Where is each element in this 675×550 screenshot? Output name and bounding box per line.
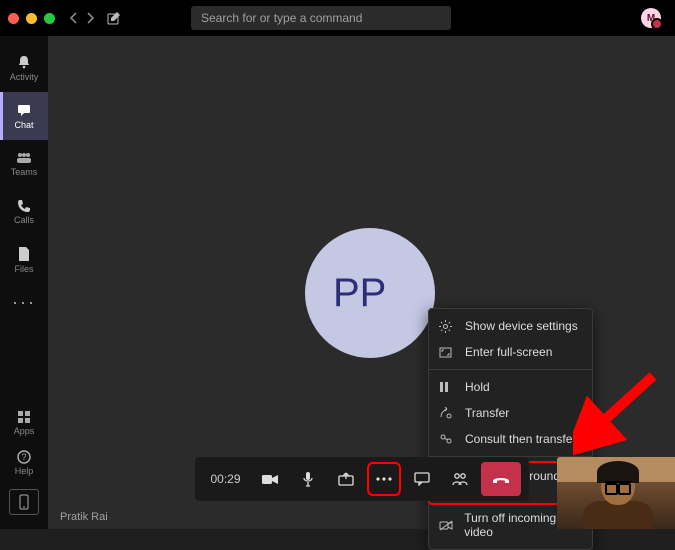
- search-input[interactable]: Search for or type a command: [191, 6, 451, 30]
- menu-label: Hold: [465, 380, 490, 394]
- menu-transfer[interactable]: Transfer: [429, 400, 592, 426]
- camera-icon: [261, 473, 279, 486]
- participants-button[interactable]: [443, 462, 477, 496]
- rail-teams[interactable]: Teams: [0, 140, 48, 188]
- rail-label: Activity: [10, 72, 39, 82]
- menu-enter-fullscreen[interactable]: Enter full-screen: [429, 339, 592, 365]
- mic-icon: [302, 471, 314, 487]
- rail-bottom: Apps ? Help: [0, 403, 48, 525]
- nav-back-icon[interactable]: [69, 12, 79, 24]
- rail-label: Teams: [11, 167, 38, 177]
- self-view-thumbnail[interactable]: [557, 457, 675, 529]
- file-icon: [18, 246, 30, 262]
- minimize-window-button[interactable]: [26, 13, 37, 24]
- rail-calls[interactable]: Calls: [0, 188, 48, 236]
- call-timer: 00:29: [202, 472, 248, 486]
- window-controls: [8, 13, 55, 24]
- menu-hold[interactable]: Hold: [429, 374, 592, 400]
- rail-label: Apps: [14, 426, 35, 436]
- app-rail: Activity Chat Teams Calls Files ··· Apps: [0, 36, 48, 529]
- call-toolbar: 00:29: [194, 457, 528, 501]
- compose-icon[interactable]: [107, 11, 121, 25]
- rail-files[interactable]: Files: [0, 236, 48, 284]
- menu-label: Show device settings: [465, 319, 578, 333]
- hangup-button[interactable]: [481, 462, 521, 496]
- mic-button[interactable]: [291, 462, 325, 496]
- rail-label: Help: [15, 466, 34, 476]
- call-stage: PP Show device settings Enter full-scree…: [48, 36, 675, 529]
- svg-text:?: ?: [21, 452, 26, 462]
- menu-label: Enter full-screen: [465, 345, 552, 359]
- hangup-icon: [491, 473, 511, 485]
- consult-icon: [439, 433, 455, 445]
- rail-label: Files: [14, 264, 33, 274]
- menu-label: Consult then transfer: [465, 432, 576, 446]
- apps-icon: [17, 410, 31, 424]
- bell-icon: [16, 54, 32, 70]
- title-bar: Search for or type a command M: [0, 0, 675, 36]
- more-icon: [375, 476, 393, 482]
- phone-icon: [17, 199, 31, 213]
- people-icon: [451, 472, 469, 486]
- menu-show-device-settings[interactable]: Show device settings: [429, 313, 592, 339]
- menu-label: Transfer: [465, 406, 509, 420]
- chat-panel-button[interactable]: [405, 462, 439, 496]
- nav-forward-icon[interactable]: [85, 12, 95, 24]
- fullscreen-icon: [439, 347, 455, 358]
- participant-avatar: PP: [305, 228, 435, 358]
- rail-label: Calls: [14, 215, 34, 225]
- close-window-button[interactable]: [8, 13, 19, 24]
- hold-icon: [439, 381, 455, 393]
- chat-icon: [16, 102, 32, 118]
- rail-activity[interactable]: Activity: [0, 44, 48, 92]
- participant-name-label: Pratik Rai: [60, 511, 108, 523]
- share-button[interactable]: [329, 462, 363, 496]
- nav-arrows: [69, 12, 95, 24]
- menu-separator: [429, 369, 592, 370]
- rail-apps[interactable]: Apps: [0, 403, 48, 443]
- maximize-window-button[interactable]: [44, 13, 55, 24]
- help-icon: ?: [17, 450, 31, 464]
- device-phone-button[interactable]: [9, 489, 39, 515]
- rail-overflow-button[interactable]: ···: [12, 284, 36, 321]
- teams-icon: [15, 151, 33, 165]
- user-avatar[interactable]: M: [641, 8, 661, 28]
- share-icon: [338, 472, 354, 486]
- rail-label: Chat: [14, 120, 33, 130]
- rail-help[interactable]: ? Help: [0, 443, 48, 483]
- more-actions-button[interactable]: [367, 462, 401, 496]
- transfer-icon: [439, 407, 455, 419]
- rail-chat[interactable]: Chat: [0, 92, 48, 140]
- camera-button[interactable]: [253, 462, 287, 496]
- gear-icon: [439, 320, 455, 333]
- chat-panel-icon: [414, 472, 430, 486]
- menu-consult-transfer[interactable]: Consult then transfer: [429, 426, 592, 452]
- smartphone-icon: [19, 494, 29, 510]
